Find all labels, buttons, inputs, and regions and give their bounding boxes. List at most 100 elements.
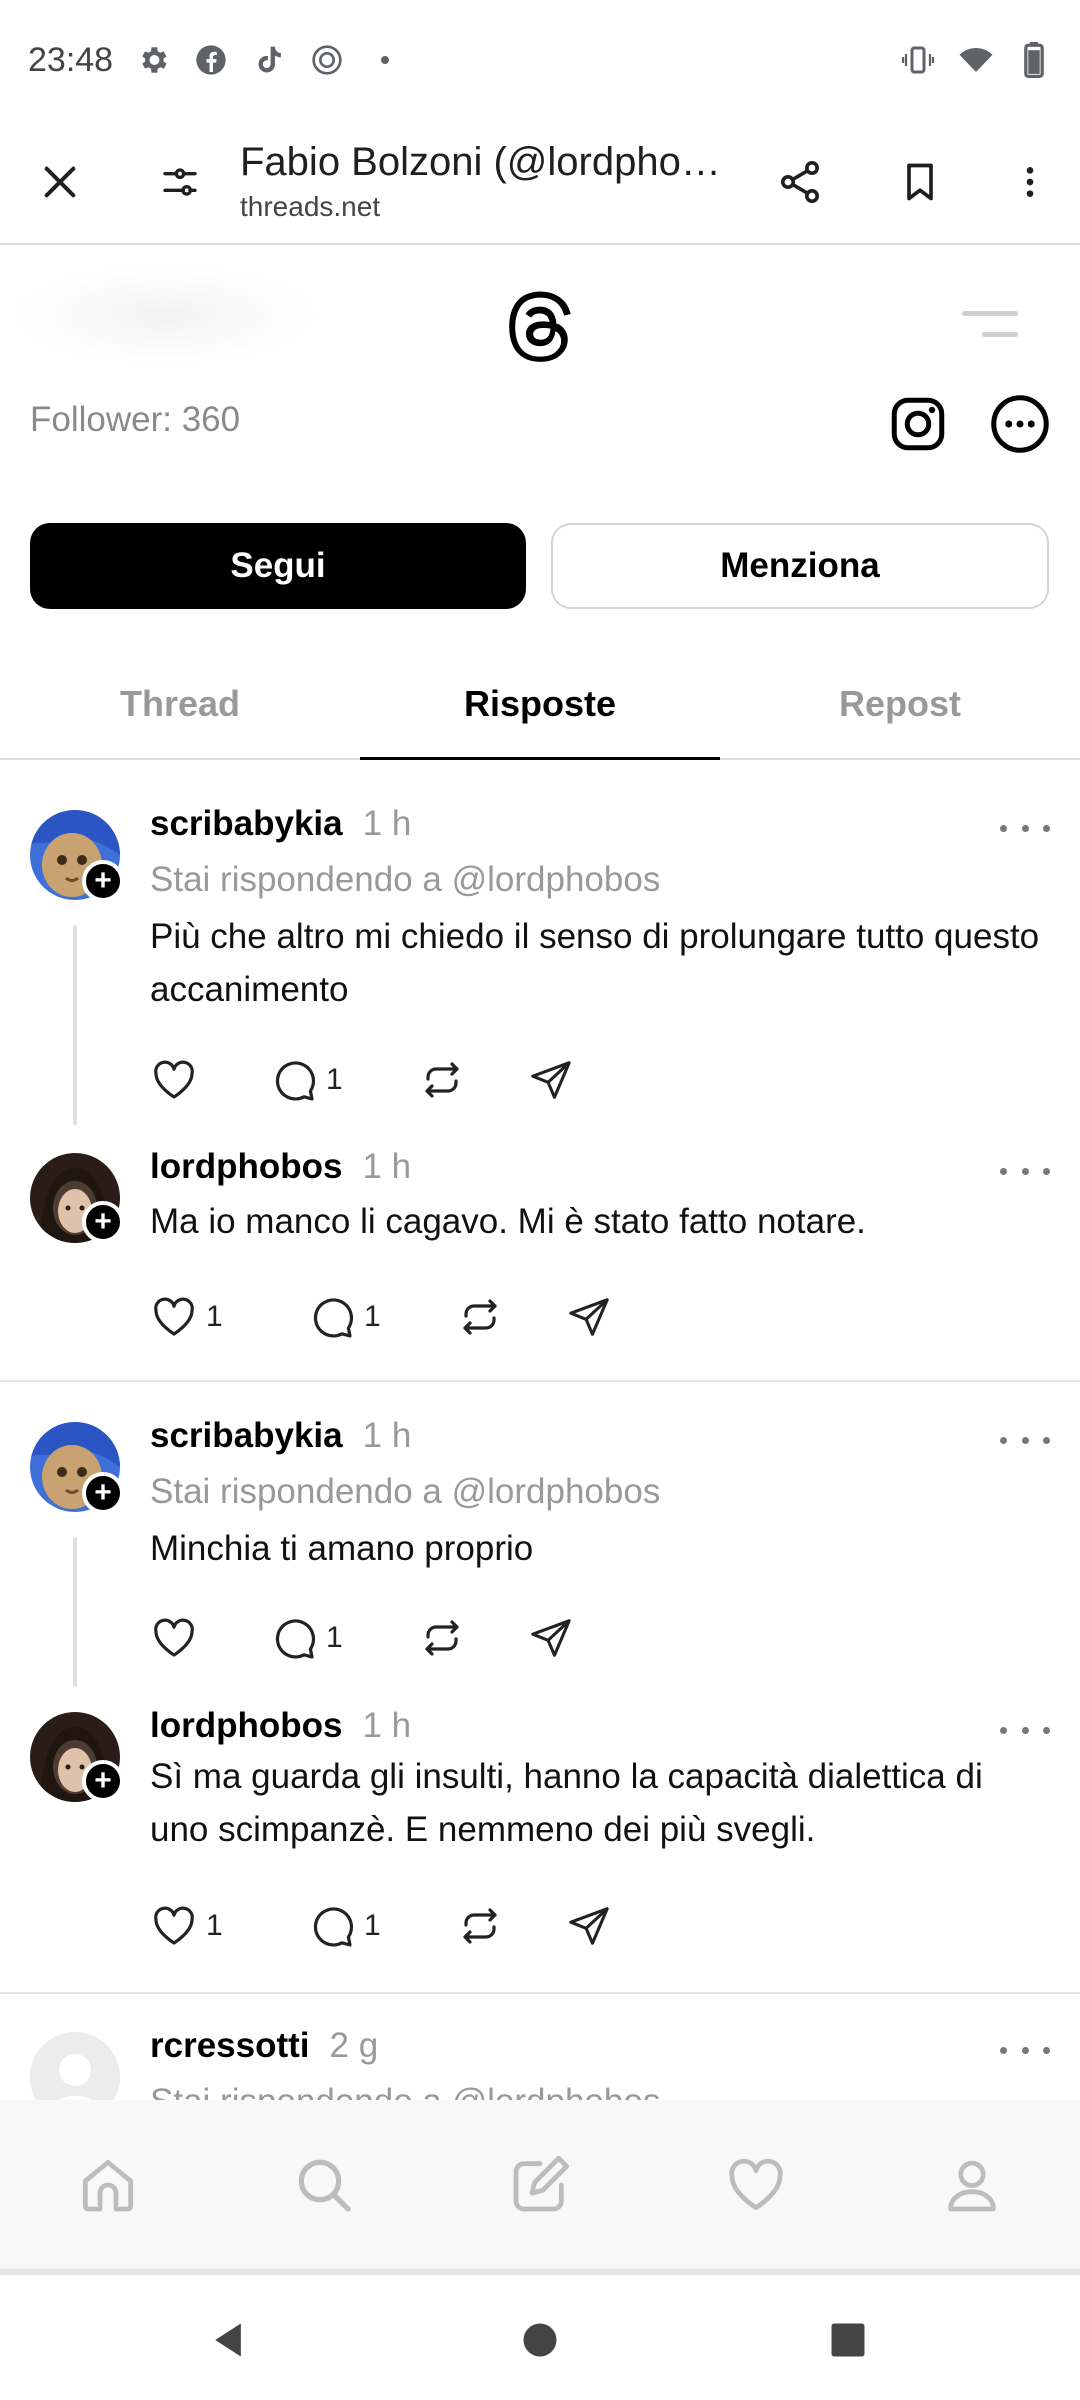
post-menu-icon[interactable] bbox=[1000, 2040, 1050, 2060]
like-count: 1 bbox=[206, 1909, 223, 1942]
follower-count[interactable]: Follower: 360 bbox=[30, 400, 240, 440]
send-icon bbox=[569, 1298, 609, 1336]
share-post-button[interactable] bbox=[566, 1294, 612, 1340]
comment-icon bbox=[275, 1619, 316, 1659]
list-item[interactable]: + scribabykia 1 h Stai rispondendo a @lor… bbox=[0, 1412, 1080, 1692]
post-menu-icon[interactable] bbox=[1000, 1161, 1050, 1181]
status-bar: 23:48 bbox=[0, 0, 1080, 120]
send-icon bbox=[531, 1061, 571, 1099]
follow-plus-icon[interactable]: + bbox=[82, 1201, 124, 1243]
page-title-area[interactable]: Fabio Bolzoni (@lordphobos) … threads.ne… bbox=[240, 140, 740, 223]
follow-plus-icon[interactable]: + bbox=[82, 1472, 124, 1514]
like-button[interactable] bbox=[150, 1614, 270, 1662]
nav-search[interactable] bbox=[284, 2145, 364, 2225]
reply-to-text[interactable]: Stai rispondendo a @lordphobos bbox=[150, 860, 660, 900]
more-options-icon[interactable] bbox=[990, 394, 1050, 454]
like-button[interactable] bbox=[150, 1056, 270, 1104]
back-icon[interactable] bbox=[206, 2318, 250, 2362]
follow-plus-icon[interactable]: + bbox=[82, 860, 124, 902]
post-text: Ma io manco li cagavo. Mi è stato fatto … bbox=[150, 1202, 866, 1241]
post-username[interactable]: lordphobos 1 h bbox=[150, 1706, 411, 1746]
comment-icon bbox=[313, 1298, 354, 1338]
comment-button[interactable]: 1 bbox=[270, 1056, 418, 1104]
share-post-button[interactable] bbox=[566, 1903, 612, 1949]
reply-to-text[interactable]: Stai rispondendo a @lordphobos bbox=[150, 1472, 660, 1512]
username-text[interactable]: lordphobos bbox=[150, 1147, 342, 1186]
username-text[interactable]: lordphobos bbox=[150, 1706, 342, 1745]
list-item[interactable]: + scribabykia 1 h Stai rispondendo a @lor… bbox=[0, 800, 1080, 1130]
post-actions: 1 bbox=[150, 1608, 574, 1668]
post-menu-icon[interactable] bbox=[1000, 818, 1050, 838]
post-time: 1 h bbox=[362, 804, 412, 843]
browser-toolbar: Fabio Bolzoni (@lordphobos) … threads.ne… bbox=[0, 120, 1080, 245]
tab-replies[interactable]: Risposte bbox=[360, 650, 720, 760]
comment-count: 1 bbox=[326, 1621, 343, 1654]
mention-button[interactable]: Menziona bbox=[551, 523, 1049, 609]
nav-home[interactable] bbox=[68, 2145, 148, 2225]
post-username[interactable]: rcressotti 2 g bbox=[150, 2026, 378, 2066]
threads-logo-icon[interactable] bbox=[500, 287, 580, 367]
follow-plus-icon[interactable]: + bbox=[82, 1760, 124, 1802]
list-item[interactable]: rcressotti 2 g Stai rispondendo a @lordph… bbox=[0, 2022, 1080, 2100]
notification-dot-icon bbox=[367, 42, 403, 78]
overflow-menu-button[interactable] bbox=[980, 122, 1080, 242]
repost-button[interactable] bbox=[456, 1293, 566, 1341]
share-button[interactable] bbox=[740, 122, 860, 242]
repost-icon bbox=[463, 1299, 497, 1335]
nav-activity[interactable] bbox=[716, 2145, 796, 2225]
vibrate-icon bbox=[900, 42, 936, 78]
avatar[interactable] bbox=[30, 2032, 120, 2100]
nav-compose[interactable] bbox=[500, 2145, 580, 2225]
instagram-icon[interactable] bbox=[888, 394, 948, 454]
comment-count: 1 bbox=[364, 1300, 381, 1333]
bookmark-button[interactable] bbox=[860, 122, 980, 242]
username-text[interactable]: scribabykia bbox=[150, 804, 343, 843]
recents-icon[interactable] bbox=[826, 2318, 870, 2362]
menu-icon[interactable] bbox=[962, 305, 1018, 345]
username-text[interactable]: rcressotti bbox=[150, 2026, 310, 2065]
post-username[interactable]: scribabykia 1 h bbox=[150, 804, 411, 844]
repost-button[interactable] bbox=[418, 1614, 528, 1662]
repost-button[interactable] bbox=[456, 1902, 566, 1950]
thread-line bbox=[73, 925, 77, 1125]
repost-button[interactable] bbox=[418, 1056, 528, 1104]
repost-icon bbox=[425, 1620, 459, 1656]
settings-icon bbox=[135, 42, 171, 78]
wifi-icon bbox=[958, 42, 994, 78]
post-menu-icon[interactable] bbox=[1000, 1720, 1050, 1740]
post-time: 2 g bbox=[329, 2026, 379, 2065]
comment-button[interactable]: 1 bbox=[270, 1614, 418, 1662]
post-username[interactable]: lordphobos 1 h bbox=[150, 1147, 411, 1187]
post-username[interactable]: scribabykia 1 h bbox=[150, 1416, 411, 1456]
share-post-button[interactable] bbox=[528, 1615, 574, 1661]
profile-icon bbox=[948, 2160, 996, 2211]
compose-icon bbox=[513, 2155, 570, 2211]
username-text[interactable]: scribabykia bbox=[150, 1416, 343, 1455]
home-circle-icon[interactable] bbox=[518, 2318, 562, 2362]
list-item[interactable]: + lordphobos 1 h Sì ma guarda gli insulti… bbox=[0, 1702, 1080, 1992]
share-post-button[interactable] bbox=[528, 1057, 574, 1103]
send-icon bbox=[531, 1619, 571, 1657]
like-button[interactable]: 1 bbox=[150, 1902, 308, 1950]
like-button[interactable]: 1 bbox=[150, 1293, 308, 1341]
share-icon bbox=[781, 160, 819, 203]
list-item[interactable]: + lordphobos 1 h Ma io manco li cagavo. M… bbox=[0, 1143, 1080, 1378]
bookmark-icon bbox=[907, 163, 933, 200]
tab-reposts[interactable]: Repost bbox=[720, 650, 1080, 758]
tab-thread[interactable]: Thread bbox=[0, 650, 360, 758]
comment-icon bbox=[313, 1907, 354, 1947]
close-button[interactable] bbox=[0, 122, 120, 242]
nav-profile[interactable] bbox=[932, 2145, 1012, 2225]
post-text: Minchia ti amano proprio bbox=[150, 1529, 534, 1568]
heart-icon bbox=[729, 2158, 783, 2210]
facebook-icon bbox=[193, 42, 229, 78]
comment-button[interactable]: 1 bbox=[308, 1293, 456, 1341]
follow-button[interactable]: Segui bbox=[30, 523, 526, 609]
post-menu-icon[interactable] bbox=[1000, 1430, 1050, 1450]
comment-button[interactable]: 1 bbox=[308, 1902, 456, 1950]
like-count: 1 bbox=[206, 1300, 223, 1333]
site-settings-button[interactable] bbox=[120, 122, 240, 242]
reply-to-text[interactable]: Stai rispondendo a @lordphobos bbox=[150, 2082, 660, 2100]
post-time: 1 h bbox=[362, 1416, 412, 1455]
post-time: 1 h bbox=[362, 1706, 412, 1745]
